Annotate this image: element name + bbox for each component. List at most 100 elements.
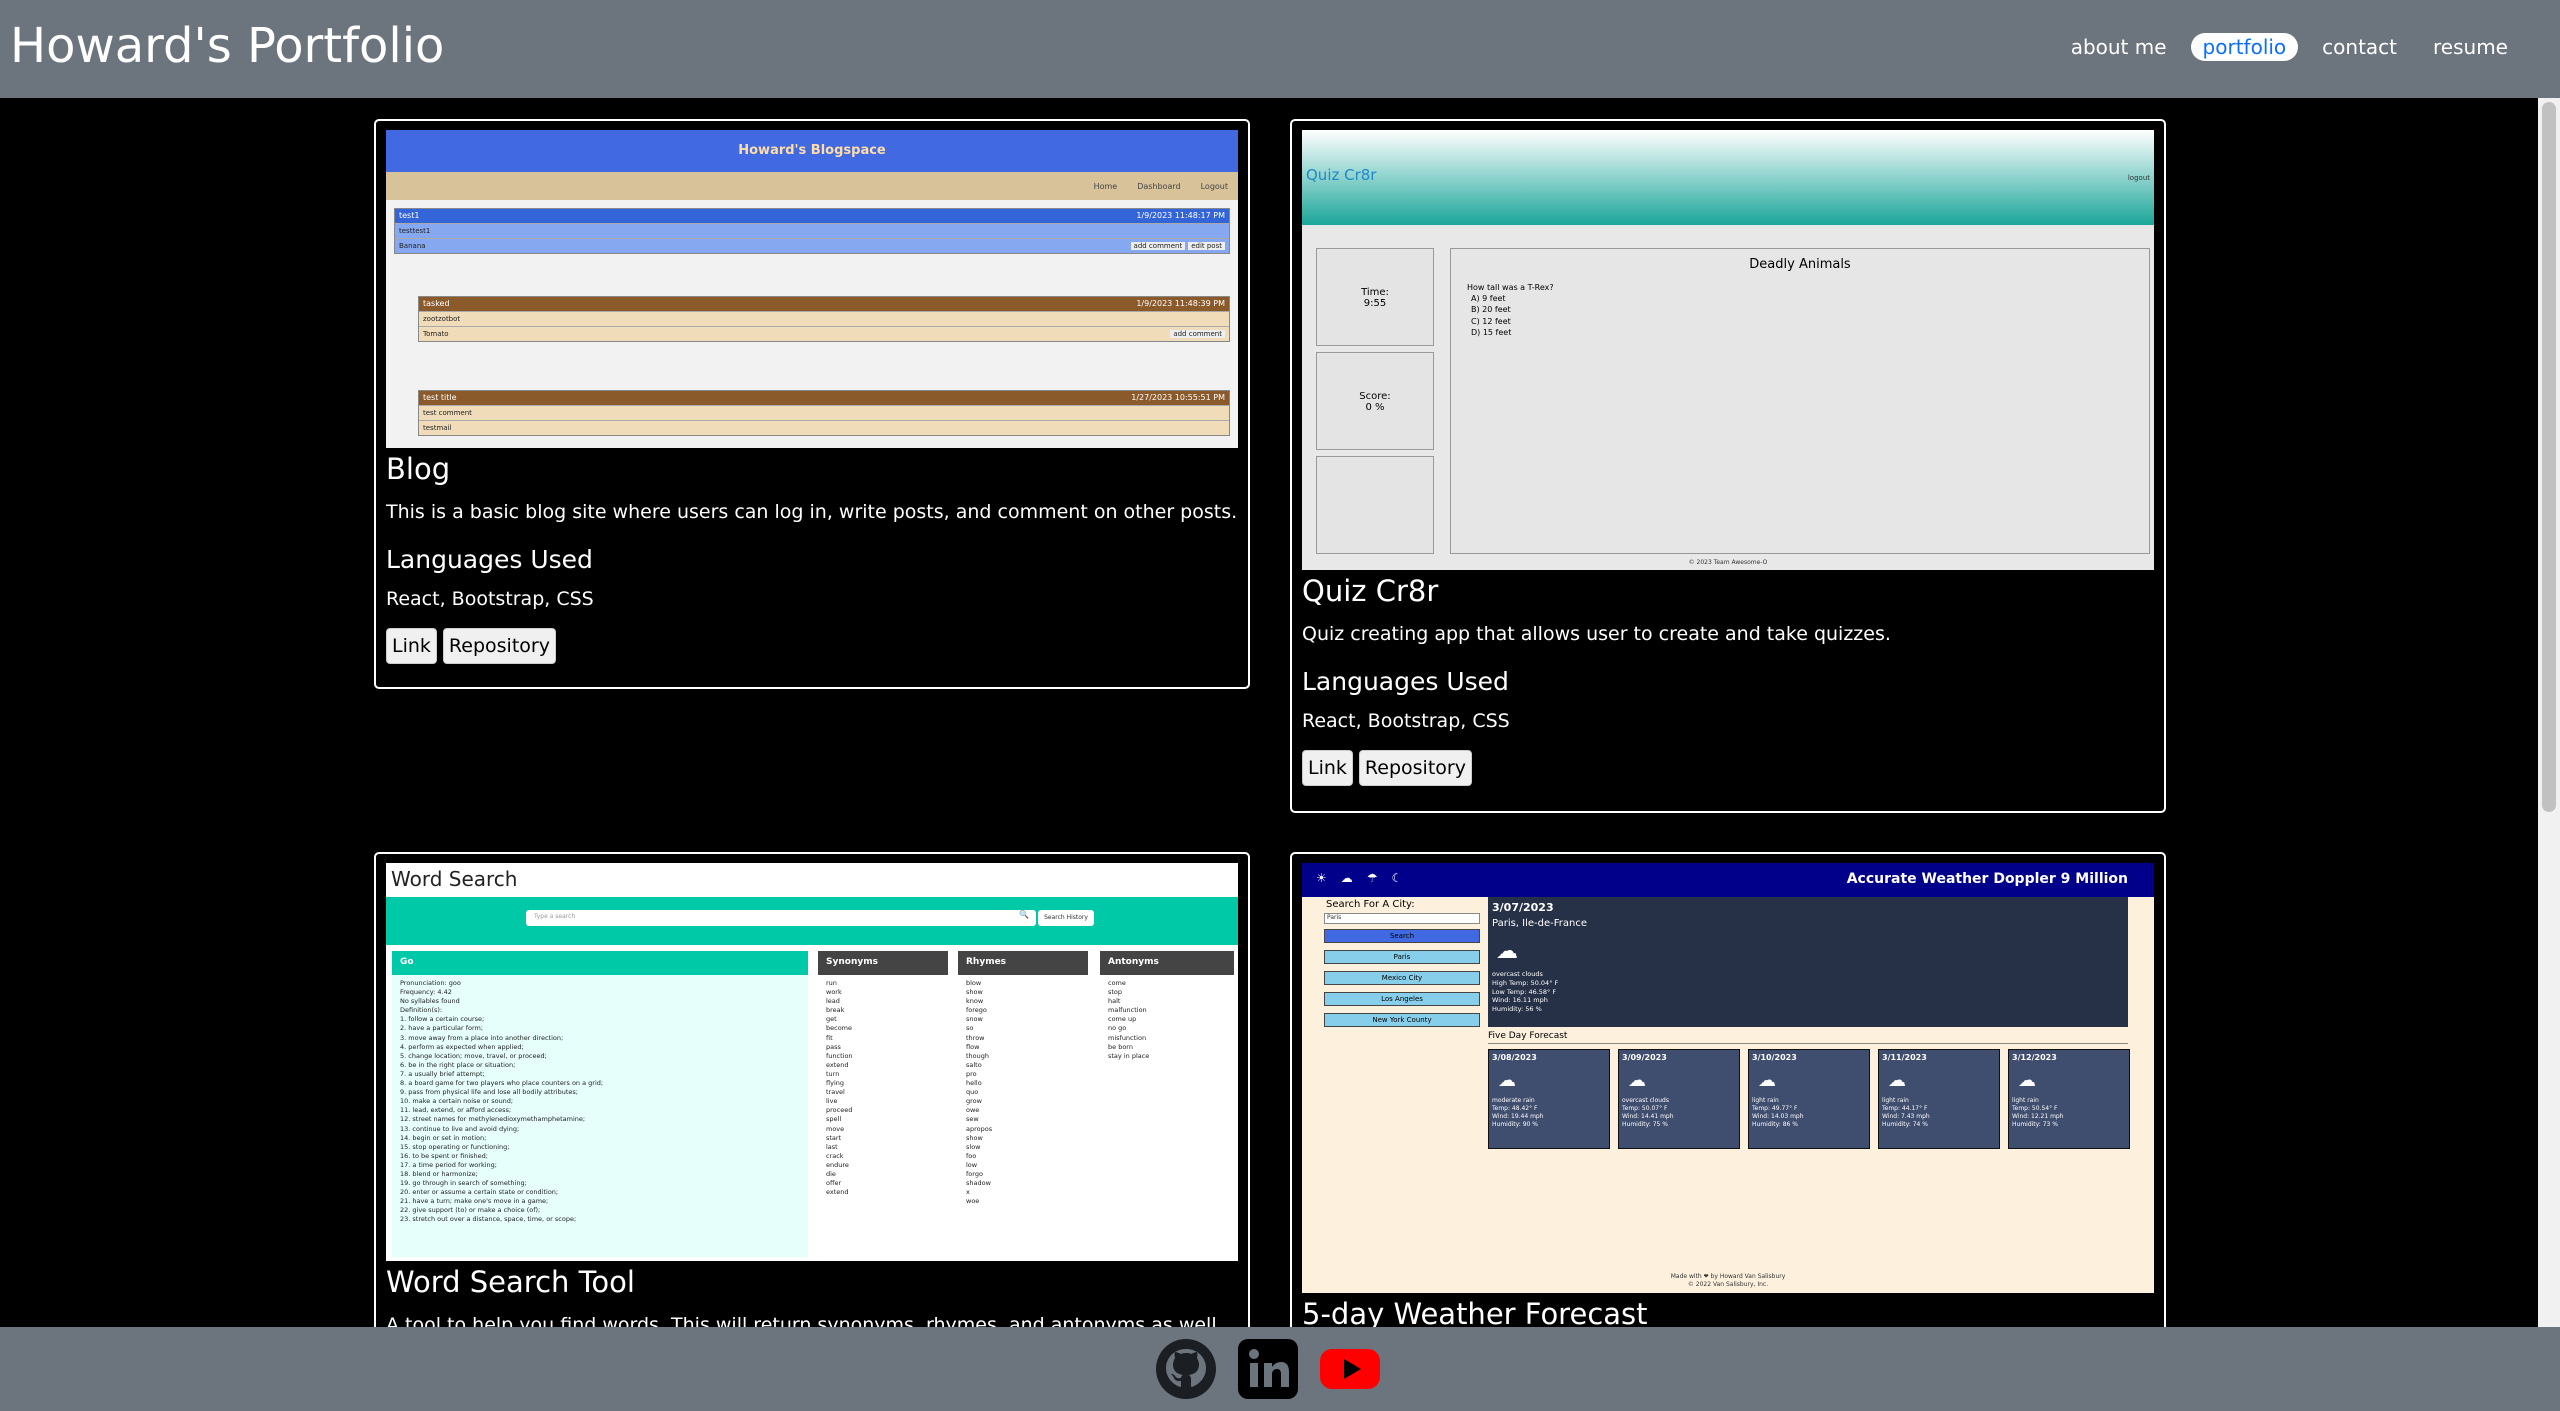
post-title: test1 xyxy=(399,211,420,220)
forecast-day-card: 3/12/2023 ☁ light rain Temp: 50.54° F Wi… xyxy=(2008,1049,2130,1149)
project-description: Quiz creating app that allows user to cr… xyxy=(1302,623,1891,645)
nav-portfolio[interactable]: portfolio xyxy=(2190,33,2299,61)
blog-preview-nav-dashboard: Dashboard xyxy=(1137,181,1181,191)
site-footer xyxy=(0,1327,2560,1411)
day-date: 3/08/2023 xyxy=(1492,1053,1537,1062)
blog-preview-nav-logout: Logout xyxy=(1200,181,1228,191)
site-brand[interactable]: Howard's Portfolio xyxy=(10,18,444,74)
blog-preview-post: test title 1/27/2023 10:55:51 PM test co… xyxy=(418,390,1230,436)
cloud-icon: ☁ xyxy=(1496,939,1518,964)
project-card-weather: ☀☁☂☾ Accurate Weather Doppler 9 Million … xyxy=(1290,852,2166,1352)
rhymes-list: blow show know forego snow so throw flow… xyxy=(966,979,993,1206)
antonyms-header: Antonyms xyxy=(1100,951,1234,975)
languages-list: React, Bootstrap, CSS xyxy=(1302,709,1510,732)
project-card-quiz: Quiz Cr8r logout Time: 9:55 Score: 0 % D… xyxy=(1290,119,2166,813)
weather-icons: ☀☁☂☾ xyxy=(1316,871,1417,885)
cloud-icon: ☁ xyxy=(1628,1070,1646,1091)
day-humidity: Humidity: 75 % xyxy=(1622,1121,1668,1129)
day-wind: Wind: 19.44 mph xyxy=(1492,1113,1544,1121)
quiz-answer: C) 12 feet xyxy=(1471,316,1511,326)
post-comment: testmail xyxy=(419,420,1229,435)
weather-preview-title: Accurate Weather Doppler 9 Million xyxy=(1846,871,2128,887)
current-high: High Temp: 50.04° F xyxy=(1492,978,1559,987)
nav-contact[interactable]: contact xyxy=(2310,33,2409,61)
current-wind: Wind: 16.11 mph xyxy=(1492,996,1548,1005)
word-search-preview-history: Search History xyxy=(1038,910,1094,926)
day-date: 3/11/2023 xyxy=(1882,1053,1927,1062)
quiz-time-value: 9:55 xyxy=(1363,298,1387,309)
project-repository-button[interactable]: Repository xyxy=(442,627,556,664)
day-desc: light rain xyxy=(1882,1097,1909,1104)
quiz-preview-empty-box xyxy=(1316,456,1434,554)
project-buttons: Link Repository xyxy=(1302,749,2154,786)
quiz-preview-logout: logout xyxy=(2127,174,2150,182)
forecast-day-card: 3/10/2023 ☁ light rain Temp: 49.77° F Wi… xyxy=(1748,1049,1870,1149)
weather-history-item: Mexico City xyxy=(1324,971,1480,985)
weather-current-panel: 3/07/2023 Paris, Ile-de-France ☁ overcas… xyxy=(1488,897,2128,1027)
current-desc: overcast clouds xyxy=(1492,970,1543,978)
five-day-label: Five Day Forecast xyxy=(1488,1031,1568,1041)
nav-about-me[interactable]: about me xyxy=(2059,33,2179,61)
day-temp: Temp: 44.17° F xyxy=(1882,1105,1928,1113)
project-title: Blog xyxy=(386,452,451,486)
day-wind: Wind: 7.43 mph xyxy=(1882,1113,1930,1121)
word-column-header: Go xyxy=(392,951,808,975)
day-temp: Temp: 48.42° F xyxy=(1492,1105,1538,1113)
post-action: add comment xyxy=(1170,330,1225,338)
weather-history-item: Los Angeles xyxy=(1324,992,1480,1006)
blog-preview-title: Howard's Blogspace xyxy=(386,130,1238,172)
word-search-preview-image: Word Search Type a search 🔍 Search Histo… xyxy=(386,863,1238,1261)
post-date: 1/27/2023 10:55:51 PM xyxy=(1131,393,1225,402)
day-wind: Wind: 12.21 mph xyxy=(2012,1113,2064,1121)
project-repository-button[interactable]: Repository xyxy=(1358,749,1472,786)
post-comment: Tomato xyxy=(423,330,449,338)
site-header: Howard's Portfolio about me portfolio co… xyxy=(0,0,2560,98)
linkedin-icon[interactable] xyxy=(1236,1337,1300,1401)
weather-search-label: Search For A City: xyxy=(1326,899,1415,910)
page-scrollbar[interactable] xyxy=(2538,98,2560,1327)
day-date: 3/09/2023 xyxy=(1622,1053,1667,1062)
post-title: test title xyxy=(423,393,457,402)
cloud-icon: ☁ xyxy=(1758,1070,1776,1091)
github-icon[interactable] xyxy=(1154,1337,1218,1401)
post-action: edit post xyxy=(1188,242,1225,250)
languages-heading: Languages Used xyxy=(386,544,593,574)
quiz-question-block: How tall was a T-Rex? A) 9 feet B) 20 fe… xyxy=(1467,282,2149,338)
current-date: 3/07/2023 xyxy=(1492,901,1554,914)
quiz-preview-header: Quiz Cr8r logout xyxy=(1302,130,2154,225)
current-city: Paris, Ile-de-France xyxy=(1492,918,1588,929)
project-link-button[interactable]: Link xyxy=(386,627,437,664)
quiz-answer: A) 9 feet xyxy=(1471,294,1506,304)
quiz-score-value: 0 % xyxy=(1365,402,1385,413)
quiz-answer: D) 15 feet xyxy=(1471,327,1512,337)
cloud-icon: ☁ xyxy=(1888,1070,1906,1091)
post-comment: Banana xyxy=(399,242,426,250)
scrollbar-thumb[interactable] xyxy=(2542,102,2556,812)
quiz-preview-score: Score: 0 % xyxy=(1316,352,1434,450)
word-search-rhymes-column: Rhymes blow show know forego snow so thr… xyxy=(958,951,1088,1257)
synonyms-header: Synonyms xyxy=(818,951,948,975)
forecast-day-card: 3/11/2023 ☁ light rain Temp: 44.17° F Wi… xyxy=(1878,1049,2000,1149)
youtube-icon[interactable] xyxy=(1318,1337,1382,1401)
weather-preview-image: ☀☁☂☾ Accurate Weather Doppler 9 Million … xyxy=(1302,863,2154,1293)
cloud-icon: ☁ xyxy=(2018,1070,2036,1091)
day-wind: Wind: 14.41 mph xyxy=(1622,1113,1674,1121)
social-links xyxy=(1154,1337,1382,1401)
day-humidity: Humidity: 73 % xyxy=(2012,1121,2058,1129)
post-date: 1/9/2023 11:48:17 PM xyxy=(1136,211,1225,220)
weather-search-button: Search xyxy=(1324,929,1480,943)
word-search-preview-title: Word Search xyxy=(391,867,518,891)
day-date: 3/12/2023 xyxy=(2012,1053,2057,1062)
languages-heading: Languages Used xyxy=(1302,666,1509,696)
weather-history-item: New York County xyxy=(1324,1013,1480,1027)
day-humidity: Humidity: 74 % xyxy=(1882,1121,1928,1129)
project-link-button[interactable]: Link xyxy=(1302,749,1353,786)
project-title: Word Search Tool xyxy=(386,1265,635,1299)
main-nav: about me portfolio contact resume xyxy=(2059,33,2520,61)
quiz-preview-logo: Quiz Cr8r xyxy=(1306,166,1377,184)
nav-resume[interactable]: resume xyxy=(2421,33,2520,61)
quiz-preview-image: Quiz Cr8r logout Time: 9:55 Score: 0 % D… xyxy=(1302,130,2154,570)
word-search-antonyms-column: Antonyms come stop halt malfunction come… xyxy=(1100,951,1234,1257)
day-temp: Temp: 50.07° F xyxy=(1622,1105,1668,1113)
quiz-preview-main: Deadly Animals How tall was a T-Rex? A) … xyxy=(1450,248,2150,554)
